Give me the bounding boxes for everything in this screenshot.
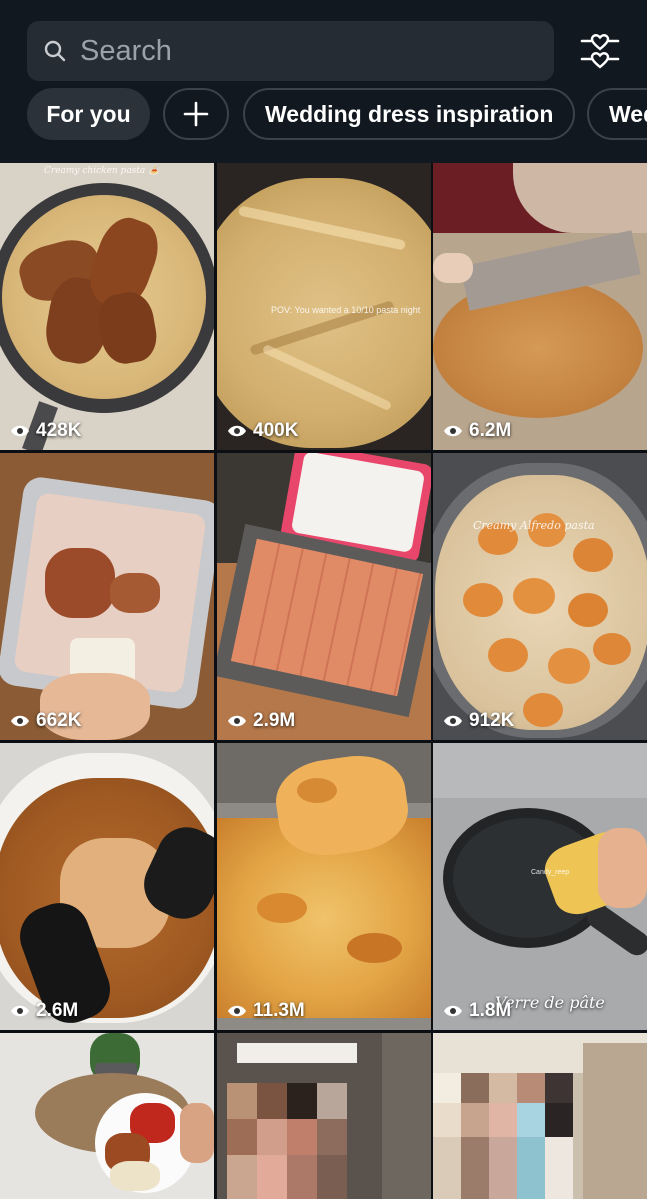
view-count: 400K	[227, 420, 298, 442]
view-count: 6.2M	[443, 420, 511, 442]
eye-icon	[444, 425, 462, 437]
video-tile-pan-macaroni[interactable]: Candy_reep Verre de pâte 1.8M	[433, 743, 647, 1030]
video-tile-loaf-pan[interactable]: 2.9M	[217, 453, 431, 740]
view-count: 428K	[10, 420, 81, 442]
eye-icon	[228, 425, 246, 437]
plus-icon	[183, 101, 209, 127]
tile-overlay-text: Verre de pâte	[495, 993, 605, 1012]
view-count-text: 1.8M	[469, 1000, 512, 1021]
video-tile-pasta-night[interactable]: POV: You wanted a 10/10 pasta night 400K	[217, 163, 431, 450]
video-tile-spices[interactable]	[0, 1033, 214, 1199]
view-count: 2.9M	[227, 710, 295, 732]
view-count: 912K	[443, 710, 514, 732]
chip-label: Wedding	[609, 100, 647, 127]
video-tile-blurred-person-1[interactable]	[217, 1033, 431, 1199]
tile-caption: POV: You wanted a 10/10 pasta night	[271, 305, 421, 315]
view-count: 1.8M	[443, 1000, 511, 1022]
chip-wedding[interactable]: Wedding	[587, 88, 647, 140]
video-grid: Creamy chicken pasta 🍝 428K POV: You wan…	[0, 163, 647, 1199]
video-tile-creamy-chicken-pasta[interactable]: Creamy chicken pasta 🍝 428K	[0, 163, 214, 450]
filter-hearts-icon[interactable]	[576, 27, 624, 75]
view-count-text: 428K	[36, 420, 82, 441]
video-tile-rice-chicken[interactable]: 2.6M	[0, 743, 214, 1030]
video-tile-blurred-person-2[interactable]	[433, 1033, 647, 1199]
view-count-text: 6.2M	[469, 420, 512, 441]
view-count-text: 2.9M	[253, 710, 296, 731]
view-count-text: 912K	[469, 710, 515, 731]
eye-icon	[228, 715, 246, 727]
video-tile-chicken-tray[interactable]: 662K	[0, 453, 214, 740]
search-placeholder: Search	[80, 35, 172, 67]
view-count: 2.6M	[10, 1000, 78, 1022]
eye-icon	[444, 1005, 462, 1017]
view-count-text: 11.3M	[253, 1000, 305, 1021]
tile-caption: Creamy chicken pasta 🍝	[44, 166, 160, 176]
eye-icon	[11, 425, 29, 437]
chip-label: Wedding dress inspiration	[265, 100, 554, 127]
search-icon	[44, 40, 66, 62]
video-tile-shrimp-alfredo[interactable]: Creamy Alfredo pasta 912K	[433, 453, 647, 740]
chip-label: For you	[46, 100, 131, 127]
view-count: 662K	[10, 710, 81, 732]
eye-icon	[11, 1005, 29, 1017]
search-bar[interactable]: Search	[27, 21, 554, 81]
chip-wedding-dress-inspiration[interactable]: Wedding dress inspiration	[243, 88, 576, 140]
chip-for-you[interactable]: For you	[27, 88, 150, 140]
tile-caption: Candy_reep	[531, 869, 570, 876]
add-board-button[interactable]	[163, 88, 229, 140]
eye-icon	[444, 715, 462, 727]
eye-icon	[11, 715, 29, 727]
view-count: 11.3M	[227, 1000, 305, 1022]
top-bar: Search For you Wedding dress inspiration…	[0, 0, 647, 163]
video-tile-cookie-cake[interactable]: 6.2M	[433, 163, 647, 450]
video-tile-baked-pasta[interactable]: 11.3M	[217, 743, 431, 1030]
view-count-text: 400K	[253, 420, 299, 441]
view-count-text: 2.6M	[36, 1000, 79, 1021]
board-chips: For you Wedding dress inspiration Weddin…	[0, 88, 647, 142]
eye-icon	[228, 1005, 246, 1017]
view-count-text: 662K	[36, 710, 82, 731]
tile-caption: Creamy Alfredo pasta	[473, 519, 595, 532]
